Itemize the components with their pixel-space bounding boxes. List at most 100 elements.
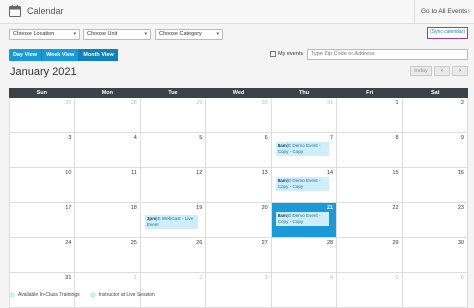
day-cell[interactable]: 28: [75, 98, 141, 133]
location-select[interactable]: Choose Location ▾: [9, 29, 80, 40]
day-cell[interactable]: 27: [10, 98, 76, 133]
day-cell[interactable]: 3: [10, 133, 76, 168]
next-month-button[interactable]: ›: [452, 66, 468, 76]
today-button[interactable]: today: [410, 66, 432, 76]
day-cell[interactable]: 30: [206, 98, 272, 133]
day-number: 25: [130, 240, 137, 246]
sync-calendar-link[interactable]: (Sync calendar): [427, 27, 468, 39]
day-number: 17: [65, 205, 72, 211]
day-cell[interactable]: 1: [75, 273, 141, 308]
calendar-event[interactable]: 8am|E Demo Event - Copy - Copy: [275, 177, 330, 191]
calendar-event[interactable]: 8am|E Demo Event - Copy - Copy: [275, 142, 330, 156]
day-number: 5: [395, 275, 399, 281]
day-cell[interactable]: 13: [206, 168, 272, 203]
day-cell[interactable]: 29: [140, 98, 207, 133]
day-cell[interactable]: 8: [337, 133, 403, 168]
day-number: 9: [460, 135, 464, 141]
day-cell[interactable]: 4: [271, 273, 338, 308]
day-number: 27: [65, 100, 72, 106]
dow-sat: Sat: [430, 90, 440, 96]
day-number: 8: [395, 135, 399, 141]
day-cell[interactable]: 16: [402, 168, 468, 203]
day-cell[interactable]: 31: [271, 98, 338, 133]
unit-select[interactable]: Choose Unit ▾: [83, 29, 151, 40]
day-cell[interactable]: 19 3pm|E WebCast - Live Event: [140, 203, 207, 238]
week-row: 24 25 26 27 28 29 30: [9, 238, 468, 273]
day-number: 23: [457, 205, 464, 211]
day-cell[interactable]: 28: [271, 238, 338, 273]
dow-thu: Thu: [299, 90, 310, 96]
chevron-down-icon: ▾: [73, 31, 76, 37]
day-cell[interactable]: 20: [206, 203, 272, 238]
day-number: 21: [326, 205, 334, 211]
week-view-button[interactable]: Week View: [42, 49, 80, 61]
day-cell[interactable]: 30: [402, 238, 468, 273]
day-cell[interactable]: 17: [10, 203, 76, 238]
day-cell[interactable]: 6: [402, 273, 468, 308]
my-events-toggle[interactable]: My events: [270, 51, 303, 57]
day-cell[interactable]: 27: [206, 238, 272, 273]
day-cell[interactable]: 31: [10, 273, 76, 308]
dow-wed: Wed: [232, 90, 245, 96]
month-view-button[interactable]: Month View: [79, 49, 118, 61]
week-row: 3 4 5 6 7 8am|E Demo Event - Copy - Copy…: [9, 133, 468, 168]
day-view-button[interactable]: Day View: [9, 49, 43, 61]
day-number: 30: [261, 100, 268, 106]
day-number: 15: [392, 170, 399, 176]
day-cell[interactable]: 10: [10, 168, 76, 203]
week-row: 31 1 2 3 4 5 6: [9, 273, 468, 308]
day-cell[interactable]: 5: [140, 133, 207, 168]
day-cell[interactable]: 14 8am|E Demo Event - Copy - Copy: [271, 168, 338, 203]
day-cell[interactable]: 9: [402, 133, 468, 168]
day-cell[interactable]: 26: [140, 238, 207, 273]
day-number: 29: [392, 240, 399, 246]
day-cell[interactable]: 23: [402, 203, 468, 238]
day-cell[interactable]: 15: [337, 168, 403, 203]
day-cell[interactable]: 3: [206, 273, 272, 308]
location-select-value: Choose Location: [13, 31, 55, 37]
category-select[interactable]: Choose Category ▾: [155, 29, 223, 40]
event-legend: Available In-Class Trainings Instructor …: [9, 292, 165, 298]
go-to-all-events-button[interactable]: Go to All Events ›: [414, 0, 474, 24]
day-number: 6: [460, 275, 464, 281]
day-cell[interactable]: 11: [75, 168, 141, 203]
calendar-icon: [9, 5, 21, 17]
event-time: 8am: [277, 143, 287, 148]
month-calendar: Sun Mon Tue Wed Thu Fri Sat 27 28 29 30 …: [9, 88, 468, 308]
day-cell[interactable]: 1: [337, 98, 403, 133]
day-cell[interactable]: 29: [337, 238, 403, 273]
week-row: 10 11 12 13 14 8am|E Demo Event - Copy -…: [9, 168, 468, 203]
day-cell[interactable]: 25: [75, 238, 141, 273]
day-number: 7: [330, 135, 334, 141]
day-cell[interactable]: 7 8am|E Demo Event - Copy - Copy: [271, 133, 338, 168]
day-number: 31: [326, 100, 334, 106]
category-select-value: Choose Category: [159, 31, 202, 37]
day-number: 2: [199, 275, 203, 281]
day-number: 12: [196, 170, 203, 176]
day-number: 1: [395, 100, 399, 106]
day-cell[interactable]: 18: [75, 203, 141, 238]
day-number: 22: [392, 205, 399, 211]
day-cell[interactable]: 24: [10, 238, 76, 273]
dow-tue: Tue: [168, 90, 178, 96]
zip-search-input[interactable]: Type Zip Code or Address: [307, 49, 468, 60]
day-cell[interactable]: 4: [75, 133, 141, 168]
week-row: 27 28 29 30 31 1 2: [9, 98, 468, 133]
day-cell-today[interactable]: 21 8am|E Demo Event - Copy - Copy: [271, 203, 338, 238]
day-number: 30: [457, 240, 464, 246]
day-number: 6: [264, 135, 268, 141]
my-events-checkbox[interactable]: [270, 51, 276, 57]
calendar-event[interactable]: 3pm|E WebCast - Live Event: [144, 215, 199, 229]
legend-dot-icon: [9, 292, 15, 298]
event-time: 8am: [277, 178, 287, 183]
day-cell[interactable]: 6: [206, 133, 272, 168]
day-cell[interactable]: 22: [337, 203, 403, 238]
day-cell[interactable]: 12: [140, 168, 207, 203]
day-cell[interactable]: 5: [337, 273, 403, 308]
day-cell[interactable]: 2: [402, 98, 468, 133]
day-number: 3: [264, 275, 268, 281]
prev-month-button[interactable]: ‹: [434, 66, 450, 76]
chevron-down-icon: ▾: [144, 31, 147, 37]
calendar-event[interactable]: 8am|E Demo Event - Copy - Copy: [275, 212, 330, 226]
day-cell[interactable]: 2: [140, 273, 207, 308]
